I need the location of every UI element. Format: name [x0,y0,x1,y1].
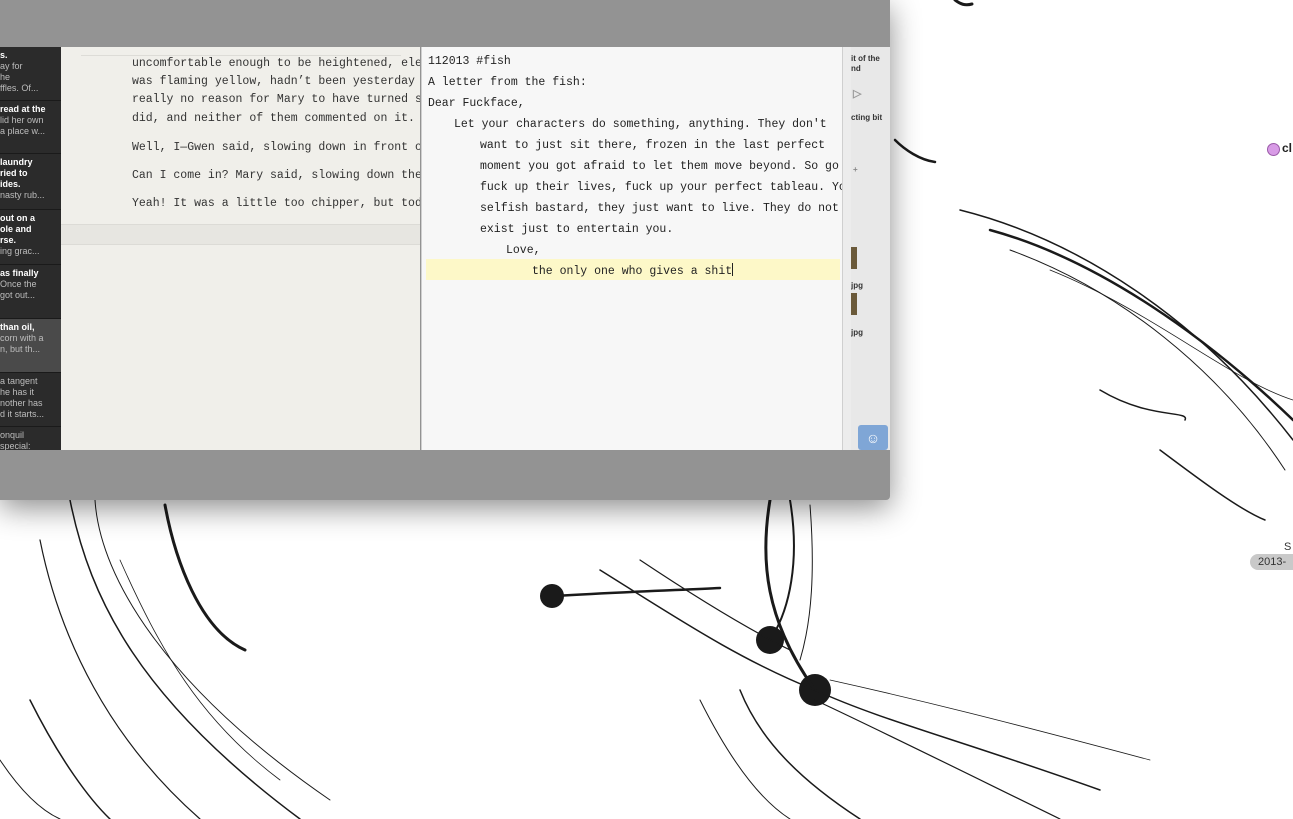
thumbnail-label: nd [851,64,861,73]
thumbnail-label: jpg [851,328,863,337]
document-end-band [61,224,420,245]
finder-icon[interactable]: ☺ [858,425,888,450]
note-line: the only one who gives a shit [532,265,733,278]
paragraph-line: Well, I—Gwen said, slowing down in front… [132,141,420,154]
list-item[interactable]: laundry ried to ides. nasty rub... [0,154,61,210]
thumbnail-label: jpg [851,281,863,290]
note-line: Love, [506,244,541,257]
file-thumbnail-strip[interactable]: it of the nd ▷ cting bit + jpg jpg [851,47,890,450]
desktop-date-badge[interactable]: 2013- [1250,554,1293,570]
note-line: want to just sit there, frozen in the la… [480,139,826,152]
list-item[interactable]: onquil special: [0,427,61,450]
list-item[interactable]: s. ay for he ffles. Of... [0,47,61,101]
note-line: Dear Fuckface, [428,97,525,110]
text-caret [732,263,734,276]
paragraph-line: Yeah! It was a little too chipper, but t… [132,197,420,210]
note-editor-window[interactable]: 112013 #fish A letter from the fish: Dea… [421,47,843,450]
list-item[interactable]: as finally Once the got out... [0,265,61,319]
paragraph-line: Can I come in? Mary said, slowing down t… [132,169,420,182]
note-current-line[interactable]: the only one who gives a shit [532,261,734,282]
document-editor[interactable]: uncomfortable enough to be heightened, e… [61,47,420,450]
document-list-sidebar[interactable]: s. ay for he ffles. Of... read at the li… [0,47,61,450]
image-thumbnail[interactable] [851,293,857,315]
note-line: moment you got afraid to let them move b… [480,160,839,173]
paragraph-line: was flaming yellow, hadn’t been yesterda… [132,75,420,88]
note-line: exist just to entertain you. [480,223,674,236]
app-window: s. ay for he ffles. Of... read at the li… [0,0,890,500]
plus-icon[interactable]: + [853,165,858,174]
note-line: fuck up their lives, fuck up your perfec… [480,181,843,194]
note-line: Let your characters do something, anythi… [454,118,827,131]
note-line: 112013 #fish [428,55,511,68]
list-item[interactable]: a tangent he has it nother has d it star… [0,373,61,427]
list-item[interactable]: read at the lid her own a place w... [0,101,61,154]
desktop-item-dot-icon[interactable] [1267,143,1280,156]
note-line: selfish bastard, they just want to live.… [480,202,839,215]
list-item-selected[interactable]: than oil, corn with a n, but th... [0,319,61,373]
desktop-item-label[interactable]: cl [1282,141,1292,155]
paragraph-line: uncomfortable enough to be heightened, e… [132,57,420,70]
thumbnail-label: cting bit [851,113,883,122]
paragraph-line: did, and neither of them commented on it… [132,112,415,125]
list-item[interactable]: out on a ole and rse. ing grac... [0,210,61,265]
note-line: A letter from the fish: [428,76,587,89]
desktop-badge-top: S [1284,541,1292,553]
paragraph-line: really no reason for Mary to have turned… [132,93,420,106]
image-thumbnail[interactable] [851,247,857,269]
play-triangle-icon[interactable]: ▷ [853,87,861,100]
thumbnail-label: it of the [851,54,880,63]
